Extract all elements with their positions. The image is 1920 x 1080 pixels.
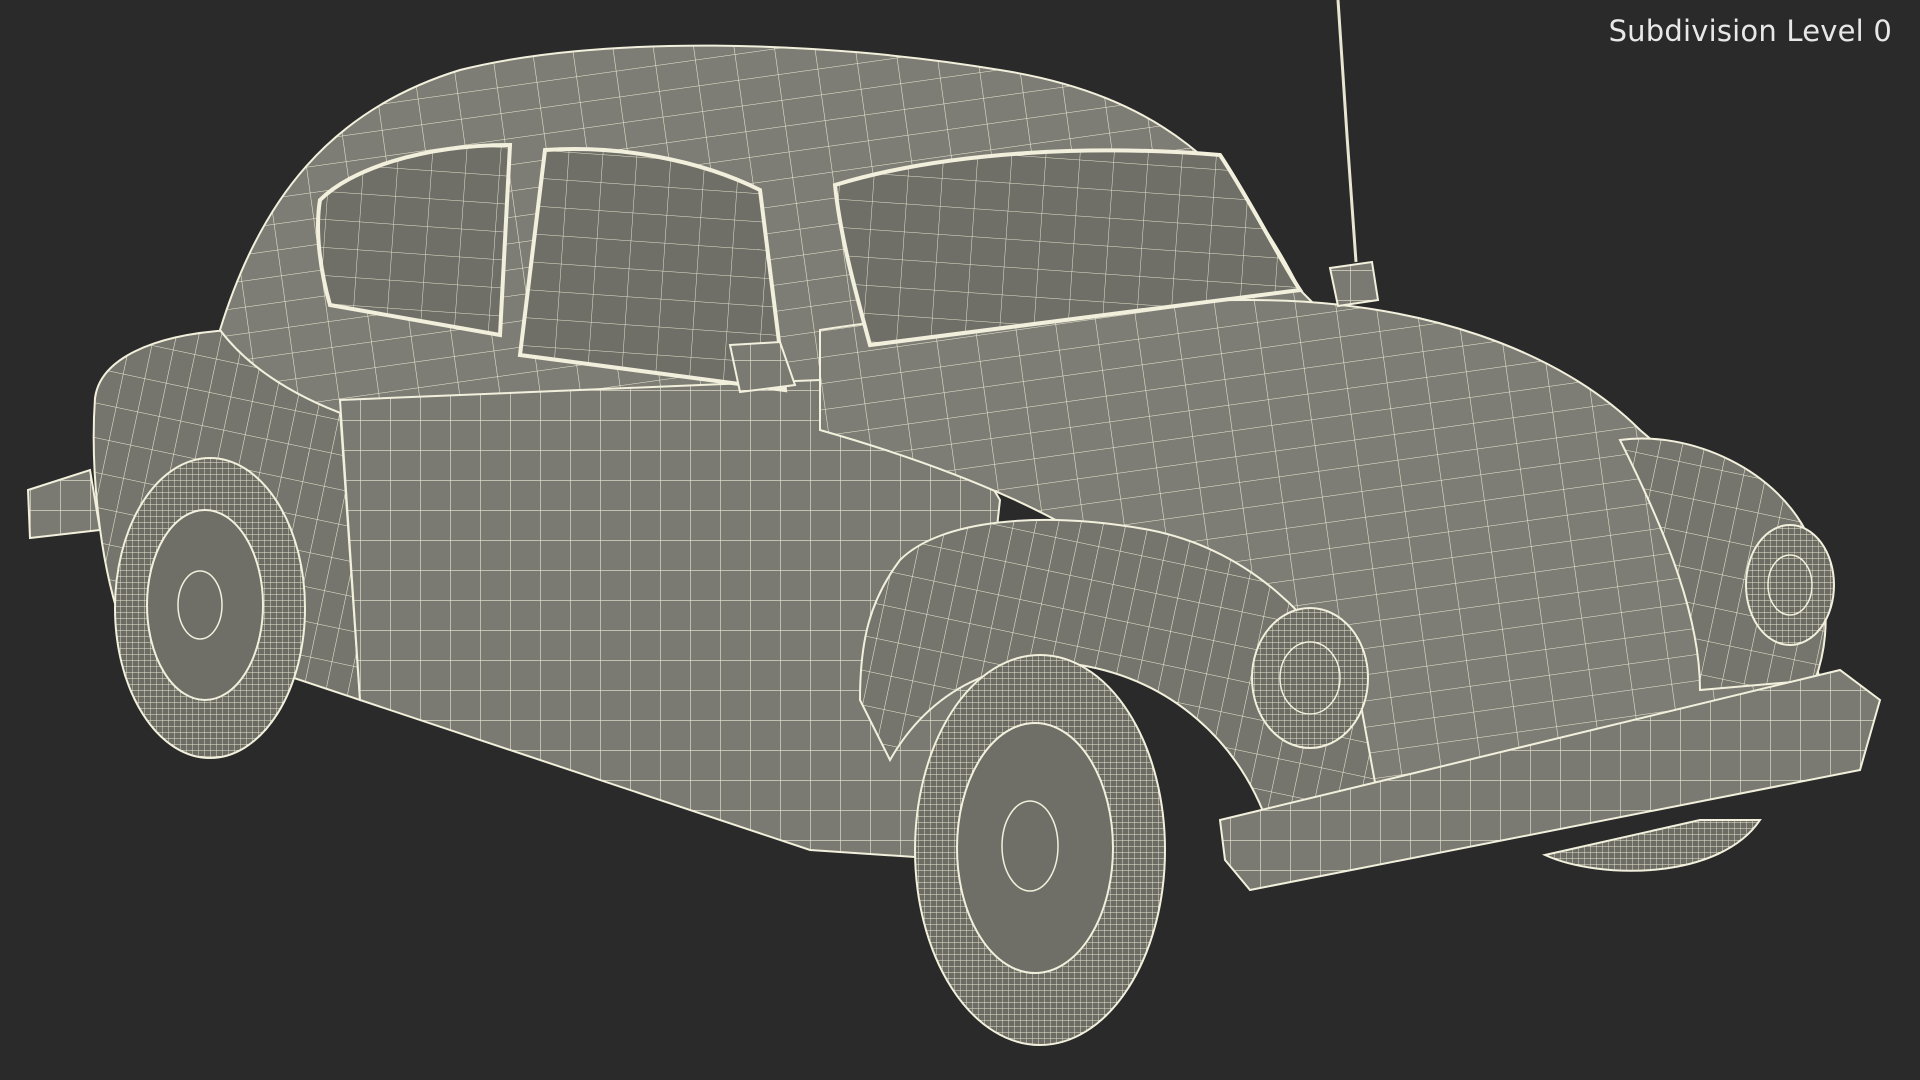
antenna <box>1336 0 1358 263</box>
headlight-left <box>1251 607 1369 749</box>
headlight-right <box>1745 524 1835 646</box>
front-left-wheel <box>914 654 1166 1046</box>
car-model-render <box>26 0 1882 1046</box>
3d-viewport[interactable]: Subdivision Level 0 <box>0 0 1920 1080</box>
front-right-wheel <box>1541 819 1762 872</box>
subdivision-level-label: Subdivision Level 0 <box>1608 14 1892 48</box>
rear-wheel <box>114 457 306 759</box>
